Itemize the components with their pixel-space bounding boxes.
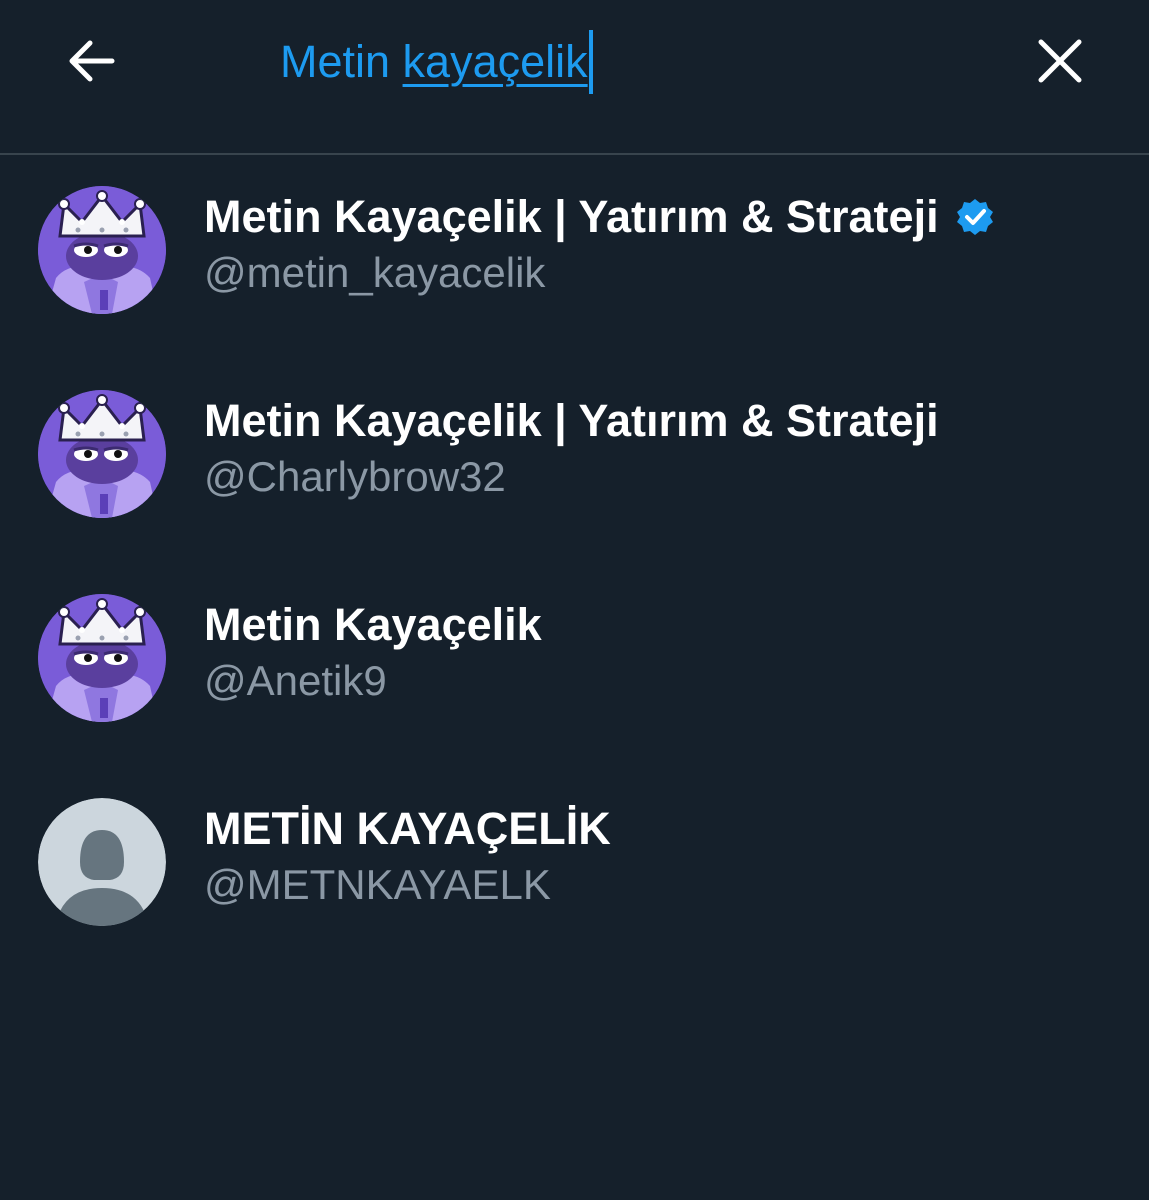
avatar bbox=[38, 186, 166, 314]
search-query-word: Metin bbox=[280, 36, 403, 87]
verified-badge-icon bbox=[956, 199, 993, 235]
user-handle: @METNKAYAELK bbox=[204, 861, 551, 908]
avatar bbox=[38, 390, 166, 518]
clear-search-button[interactable] bbox=[1025, 26, 1095, 96]
user-handle: @Anetik9 bbox=[204, 657, 387, 704]
search-input[interactable]: Metin kayaçelik bbox=[280, 30, 593, 94]
display-name: Metin Kayaçelik | Yatırım & Strateji bbox=[204, 395, 939, 446]
search-result-item[interactable]: Metin Kayaçelik @Anetik9 bbox=[0, 563, 1149, 767]
back-button[interactable] bbox=[55, 26, 125, 96]
display-name: Metin Kayaçelik | Yatırım & Strateji bbox=[204, 191, 939, 242]
text-caret bbox=[588, 30, 593, 94]
user-handle: @Charlybrow32 bbox=[204, 453, 506, 500]
close-icon bbox=[1038, 39, 1082, 83]
profile-avatar-icon bbox=[38, 594, 166, 722]
search-result-item[interactable]: METİN KAYAÇELİK @METNKAYAELK bbox=[0, 767, 1149, 971]
search-header: Metin kayaçelik bbox=[0, 0, 1149, 155]
avatar bbox=[38, 798, 166, 926]
arrow-left-icon bbox=[69, 40, 115, 82]
display-name: METİN KAYAÇELİK bbox=[204, 803, 611, 854]
search-result-item[interactable]: Metin Kayaçelik | Yatırım & Strateji @Ch… bbox=[0, 359, 1149, 563]
avatar bbox=[38, 594, 166, 722]
search-result-item[interactable]: Metin Kayaçelik | Yatırım & Strateji @me… bbox=[0, 155, 1149, 359]
user-handle: @metin_kayacelik bbox=[204, 249, 546, 296]
default-profile-icon bbox=[38, 798, 166, 926]
search-query-composing-word: kayaçelik bbox=[402, 36, 588, 87]
profile-avatar-icon bbox=[38, 186, 166, 314]
search-results-list: Metin Kayaçelik | Yatırım & Strateji @me… bbox=[0, 155, 1149, 971]
display-name: Metin Kayaçelik bbox=[204, 599, 542, 650]
profile-avatar-icon bbox=[38, 390, 166, 518]
